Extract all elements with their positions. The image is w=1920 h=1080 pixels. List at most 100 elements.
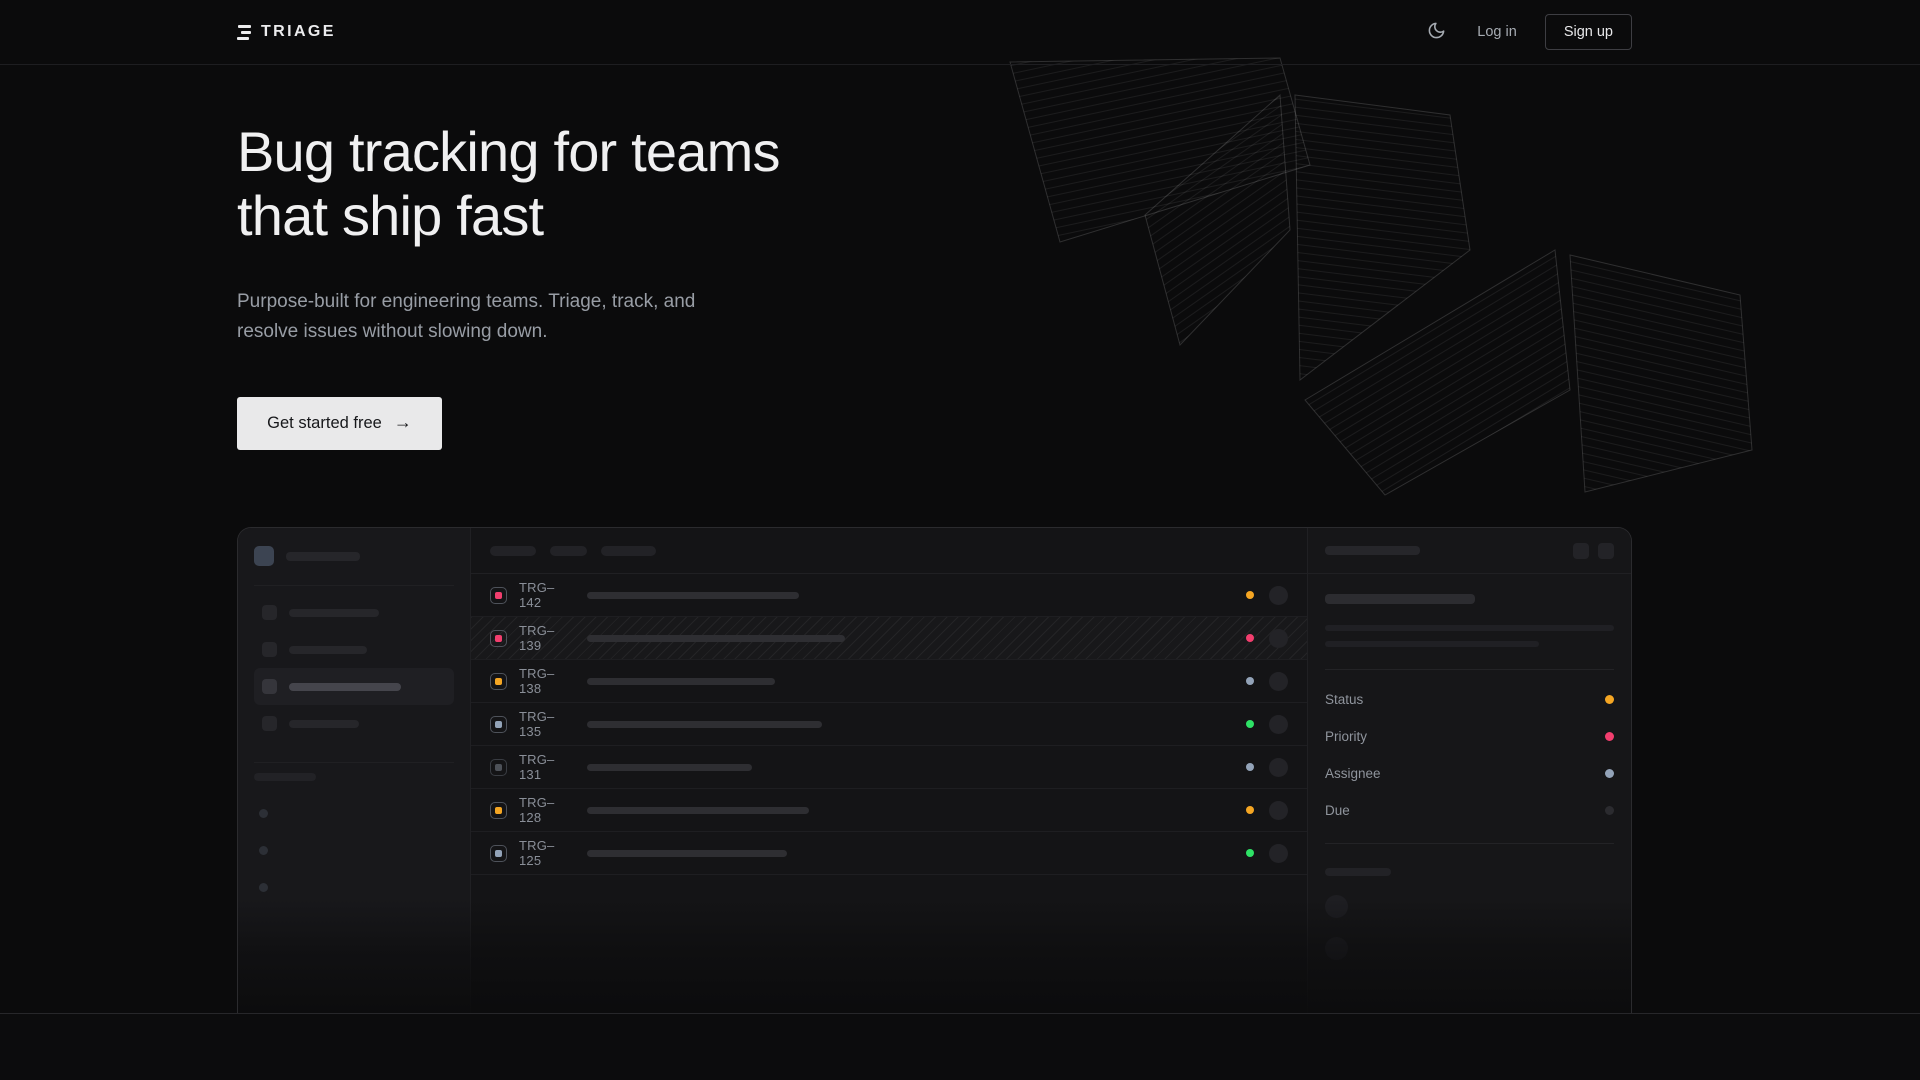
property-value-dot: [1605, 806, 1614, 815]
activity-label-skeleton: [1325, 868, 1391, 876]
assignee-avatar-skeleton: [1269, 629, 1288, 648]
triage-bars-icon: [237, 25, 251, 40]
wireframe-decoration: [990, 45, 1770, 505]
sidebar-divider: [254, 585, 454, 586]
sidebar-item-skeleton: [254, 594, 454, 631]
property-value-dot: [1605, 732, 1614, 741]
sidebar-item-skeleton: [254, 631, 454, 668]
sidebar-item-skeleton: [254, 668, 454, 705]
issue-title-skeleton: [587, 807, 809, 814]
property-label: Due: [1325, 803, 1350, 818]
issue-status-icon-dot: [495, 592, 502, 599]
list-tab-skeleton: [601, 546, 656, 556]
issue-id: TRG–142: [519, 580, 571, 610]
panel-properties: Status Priority Assignee Due: [1325, 681, 1614, 829]
list-tabs: [471, 528, 1307, 574]
get-started-button[interactable]: Get started free →: [237, 397, 442, 450]
hero-heading: Bug tracking for teamsthat ship fast: [237, 120, 780, 248]
top-nav: TRIAGE Log in Sign up: [0, 0, 1920, 65]
sidebar-dots: [254, 809, 454, 892]
landing-page: TRIAGE Log in Sign up: [0, 0, 1920, 1080]
issue-row: TRG–138: [471, 660, 1307, 703]
property-label: Status: [1325, 692, 1363, 707]
hero-subtitle-line-2: resolve issues without slowing down.: [237, 317, 695, 347]
issue-status-icon: [490, 587, 507, 604]
issue-status-icon: [490, 630, 507, 647]
preview-sidebar: [238, 528, 471, 1013]
issue-title-skeleton: [587, 678, 775, 685]
property-label: Assignee: [1325, 766, 1381, 781]
login-link[interactable]: Log in: [1477, 24, 1517, 40]
issue-status-icon: [490, 716, 507, 733]
issue-label-dot: [1246, 720, 1254, 728]
issue-title-skeleton: [1325, 594, 1475, 604]
description-line-skeleton: [1325, 625, 1614, 631]
list-tab-skeleton: [550, 546, 587, 556]
issue-row: TRG–135: [471, 703, 1307, 746]
hero-subtitle-line-1: Purpose-built for engineering teams. Tri…: [237, 287, 695, 317]
panel-header: [1308, 528, 1631, 574]
issue-status-icon: [490, 759, 507, 776]
property-value-dot: [1605, 695, 1614, 704]
issue-title-skeleton: [587, 850, 787, 857]
assignee-avatar-skeleton: [1269, 844, 1288, 863]
panel-action-skeleton: [1573, 543, 1589, 559]
issue-label-dot: [1246, 677, 1254, 685]
sidebar-item-icon-skeleton: [262, 605, 277, 620]
workspace-row: [254, 544, 454, 568]
signup-button[interactable]: Sign up: [1545, 14, 1632, 50]
get-started-label: Get started free: [267, 414, 382, 433]
issue-status-icon: [490, 673, 507, 690]
workspace-name-skeleton: [286, 552, 360, 561]
issue-id: TRG–128: [519, 795, 571, 825]
sidebar-item-label-skeleton: [289, 683, 401, 691]
panel-divider: [1325, 843, 1614, 844]
issue-id: TRG–138: [519, 666, 571, 696]
panel-body: Status Priority Assignee Due: [1308, 574, 1631, 960]
issue-title-skeleton: [587, 635, 845, 642]
workspace-avatar-skeleton: [254, 546, 274, 566]
issue-row: TRG–125: [471, 832, 1307, 875]
issue-row: TRG–128: [471, 789, 1307, 832]
issue-row: TRG–142: [471, 574, 1307, 617]
issue-status-icon: [490, 802, 507, 819]
issue-title-skeleton: [587, 764, 752, 771]
assignee-avatar-skeleton: [1269, 586, 1288, 605]
moon-icon: [1427, 21, 1446, 43]
hero-heading-line-2: that ship fast: [237, 184, 780, 248]
property-row: Priority: [1325, 718, 1614, 755]
issue-title-skeleton: [587, 592, 799, 599]
footer: [0, 1013, 1920, 1080]
sidebar-item-skeleton: [254, 705, 454, 742]
sidebar-item-label-skeleton: [289, 609, 379, 617]
issue-status-icon-dot: [495, 764, 502, 771]
assignee-avatar-skeleton: [1269, 801, 1288, 820]
hero-heading-line-1: Bug tracking for teams: [237, 120, 780, 184]
issue-label-dot: [1246, 763, 1254, 771]
issue-id: TRG–131: [519, 752, 571, 782]
issue-status-icon-dot: [495, 721, 502, 728]
arrow-right-icon: →: [394, 412, 412, 433]
issue-row: TRG–139: [471, 617, 1307, 660]
sidebar-dot-skeleton: [259, 883, 268, 892]
property-value-dot: [1605, 769, 1614, 778]
property-row: Assignee: [1325, 755, 1614, 792]
list-tab-skeleton: [490, 546, 536, 556]
issue-label-dot: [1246, 806, 1254, 814]
app-preview-window: TRG–142 TRG–139 TRG–138 TRG–135 TRG–131 TRG–1…: [237, 527, 1632, 1013]
issue-status-icon-dot: [495, 850, 502, 857]
issue-row: TRG–131: [471, 746, 1307, 789]
brand-logo[interactable]: TRIAGE: [237, 23, 336, 41]
assignee-avatar-skeleton: [1269, 715, 1288, 734]
assignee-avatar-skeleton: [1269, 758, 1288, 777]
preview-issue-list-column: TRG–142 TRG–139 TRG–138 TRG–135 TRG–131 TRG–1…: [471, 528, 1308, 1013]
theme-toggle-button[interactable]: [1423, 19, 1449, 45]
assignee-avatar-skeleton: [1269, 672, 1288, 691]
description-line-skeleton: [1325, 641, 1539, 647]
issue-id: TRG–125: [519, 838, 571, 868]
issue-status-icon-dot: [495, 635, 502, 642]
sidebar-dot-skeleton: [259, 809, 268, 818]
panel-header-buttons: [1573, 543, 1614, 559]
property-row: Due: [1325, 792, 1614, 829]
sidebar-item-icon-skeleton: [262, 716, 277, 731]
